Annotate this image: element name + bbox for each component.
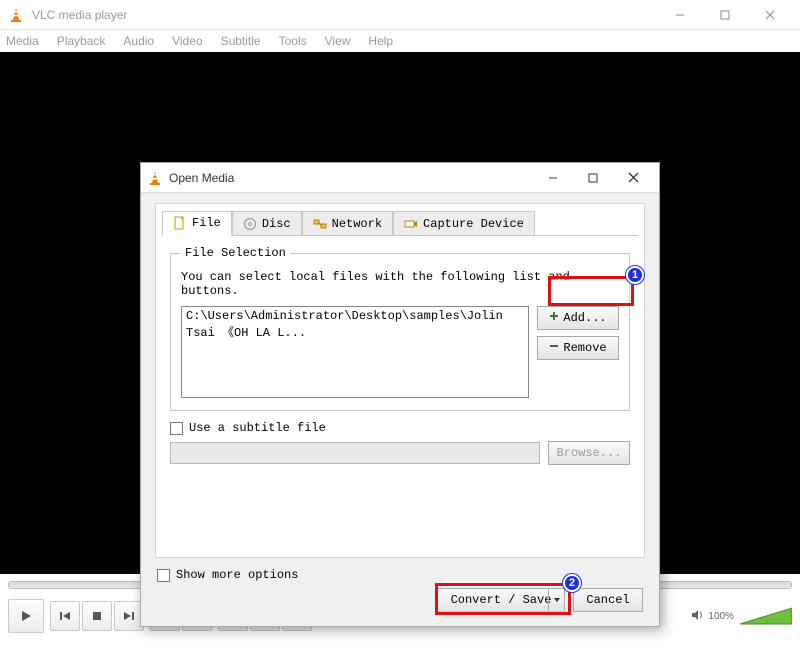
dialog-tabstrip: File Disc Network Capture Device [156, 204, 644, 235]
network-icon [313, 217, 327, 231]
volume-slider[interactable] [740, 606, 792, 626]
tab-disc[interactable]: Disc [232, 211, 302, 236]
use-subtitle-checkbox[interactable] [170, 422, 183, 435]
minus-icon [549, 341, 559, 355]
tab-capture-label: Capture Device [423, 217, 524, 231]
file-selection-hint: You can select local files with the foll… [181, 270, 619, 298]
plus-icon [549, 311, 559, 325]
dialog-close-button[interactable] [613, 165, 653, 191]
menu-view[interactable]: View [325, 34, 351, 48]
menu-help[interactable]: Help [368, 34, 393, 48]
main-minimize-button[interactable] [657, 1, 702, 29]
main-close-button[interactable] [747, 1, 792, 29]
vlc-cone-icon [8, 7, 24, 23]
main-window-title: VLC media player [32, 8, 657, 22]
tab-network[interactable]: Network [302, 211, 393, 236]
speaker-icon[interactable] [690, 608, 704, 625]
menu-tools[interactable]: Tools [279, 34, 307, 48]
subtitle-path-input [170, 442, 540, 464]
tab-network-label: Network [332, 217, 382, 231]
use-subtitle-row[interactable]: Use a subtitle file [170, 421, 630, 435]
chevron-down-icon[interactable] [548, 589, 564, 611]
main-titlebar: VLC media player [0, 0, 800, 30]
play-button[interactable] [8, 599, 44, 633]
show-more-options-label: Show more options [176, 568, 298, 582]
volume-percent: 100% [708, 611, 734, 622]
vlc-cone-icon [147, 170, 163, 186]
use-subtitle-label: Use a subtitle file [189, 421, 326, 435]
add-button-label: Add... [563, 311, 606, 325]
dialog-maximize-button[interactable] [573, 165, 613, 191]
capture-icon [404, 217, 418, 231]
file-selection-legend: File Selection [181, 246, 290, 260]
convert-save-button[interactable]: Convert / Save [437, 588, 565, 612]
stop-button[interactable] [82, 601, 112, 631]
main-maximize-button[interactable] [702, 1, 747, 29]
dialog-minimize-button[interactable] [533, 165, 573, 191]
menu-playback[interactable]: Playback [57, 34, 106, 48]
disc-icon [243, 217, 257, 231]
tab-file-label: File [192, 216, 221, 230]
show-more-options-row[interactable]: Show more options [157, 568, 643, 582]
tab-file-panel: File Selection You can select local file… [162, 235, 638, 547]
tab-disc-label: Disc [262, 217, 291, 231]
menu-subtitle[interactable]: Subtitle [221, 34, 261, 48]
file-selection-fieldset: File Selection You can select local file… [170, 246, 630, 411]
browse-button-label: Browse... [557, 446, 622, 460]
video-area: Open Media File Disc N [0, 52, 800, 574]
prev-button[interactable] [50, 601, 80, 631]
dialog-titlebar: Open Media [141, 163, 659, 193]
open-media-dialog: Open Media File Disc N [140, 162, 660, 627]
cancel-button[interactable]: Cancel [573, 588, 643, 612]
add-button[interactable]: Add... [537, 306, 619, 330]
menu-media[interactable]: Media [6, 34, 39, 48]
main-menubar: Media Playback Audio Video Subtitle Tool… [0, 30, 800, 52]
show-more-options-checkbox[interactable] [157, 569, 170, 582]
file-icon [173, 216, 187, 230]
file-list-item[interactable]: C:\Users\Administrator\Desktop\samples\J… [186, 309, 524, 340]
menu-audio[interactable]: Audio [123, 34, 154, 48]
dialog-title: Open Media [169, 171, 533, 185]
tab-file[interactable]: File [162, 211, 232, 236]
tab-capture[interactable]: Capture Device [393, 211, 535, 236]
remove-button[interactable]: Remove [537, 336, 619, 360]
remove-button-label: Remove [563, 341, 606, 355]
file-list[interactable]: C:\Users\Administrator\Desktop\samples\J… [181, 306, 529, 398]
menu-video[interactable]: Video [172, 34, 202, 48]
volume-control[interactable]: 100% [690, 606, 792, 626]
convert-save-label: Convert / Save [451, 593, 552, 607]
browse-button: Browse... [548, 441, 630, 465]
cancel-button-label: Cancel [586, 593, 629, 607]
